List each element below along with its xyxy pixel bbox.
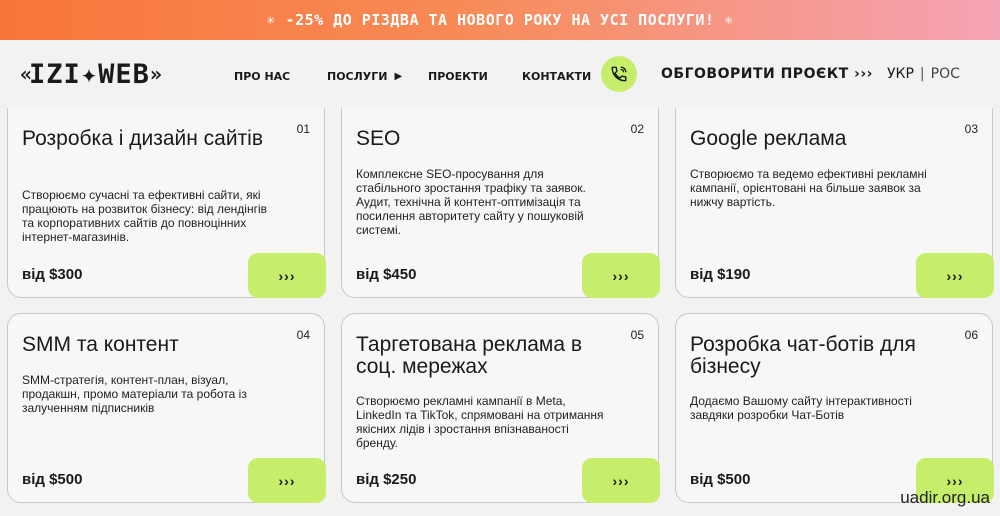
language-switcher: УКР | РОС	[887, 66, 960, 82]
service-card[interactable]: 04 SMM та контент SMM-стратегія, контент…	[7, 313, 326, 503]
nav-item-contacts[interactable]: КОНТАКТИ	[522, 70, 591, 83]
asterisk-icon: ✳	[266, 12, 276, 28]
discuss-project-button[interactable]: ОБГОВОРИТИ ПРОЄКТ ›››	[661, 66, 873, 82]
card-price: від $450	[356, 266, 417, 283]
nav-item-services[interactable]: ПОСЛУГИ ▶	[327, 70, 402, 83]
card-number: 02	[630, 122, 644, 136]
nav-item-label: ПРОЕКТИ	[428, 70, 488, 83]
chevron-right-icon: ▶	[394, 71, 403, 82]
site-header: « IZI✦WEB » ПРО НАС ПОСЛУГИ ▶ ПРОЕКТИ КО…	[0, 40, 1000, 108]
asterisk-icon: ✳	[724, 12, 734, 28]
card-price: від $500	[22, 471, 83, 488]
card-title: Розробка і дизайн сайтів	[22, 127, 264, 150]
card-arrow-button[interactable]: ›››	[582, 458, 660, 503]
card-description: Комплексне SEO-просування для стабільног…	[356, 167, 586, 237]
card-arrow-button[interactable]: ›››	[582, 253, 660, 298]
card-description: Створюємо рекламні кампанії в Meta, Link…	[356, 394, 604, 450]
promo-banner: ✳ -25% ДО РІЗДВА ТА НОВОГО РОКУ НА УСІ П…	[0, 0, 1000, 40]
nav-item-about[interactable]: ПРО НАС	[234, 70, 290, 83]
logo-text: IZI✦WEB	[29, 58, 150, 90]
card-description: Створюємо сучасні та ефективні сайти, як…	[22, 188, 267, 244]
phone-button[interactable]	[601, 56, 637, 92]
card-title: Таргетована реклама в соц. мережах	[356, 333, 583, 378]
card-title: SMM та контент	[22, 333, 179, 356]
watermark: uadir.org.ua	[900, 488, 990, 507]
card-price: від $190	[690, 266, 751, 283]
logo[interactable]: « IZI✦WEB »	[20, 59, 220, 90]
card-price: від $500	[690, 471, 751, 488]
service-card[interactable]: 02 SEO Комплексне SEO-просування для ста…	[341, 108, 660, 298]
card-number: 01	[296, 122, 310, 136]
logo-left-arrows: «	[20, 62, 32, 86]
lang-ros[interactable]: РОС	[931, 66, 960, 82]
nav-item-label: КОНТАКТИ	[522, 70, 592, 83]
service-card[interactable]: 03 Google реклама Створюємо та ведемо еф…	[675, 108, 994, 298]
phone-icon	[611, 66, 627, 82]
card-description: SMM-стратегія, контент-план, візуал, про…	[22, 373, 247, 415]
card-price: від $250	[356, 471, 417, 488]
card-arrow-button[interactable]: ›››	[916, 253, 994, 298]
nav-item-label: ПОСЛУГИ	[327, 70, 388, 83]
card-price: від $300	[22, 266, 83, 283]
nav-item-projects[interactable]: ПРОЕКТИ	[428, 70, 488, 83]
card-number: 06	[964, 328, 978, 342]
card-title: SEO	[356, 127, 401, 150]
service-card[interactable]: 01 Розробка і дизайн сайтів Створюємо су…	[7, 108, 326, 298]
card-description: Додаємо Вашому сайту інтерактивності зав…	[690, 394, 912, 422]
lang-separator: |	[919, 66, 925, 82]
card-title: Google реклама	[690, 127, 847, 150]
service-card[interactable]: 06 Розробка чат-ботів для бізнесу Додаєм…	[675, 313, 994, 503]
card-number: 03	[964, 122, 978, 136]
nav-item-label: ПРО НАС	[234, 70, 291, 83]
logo-right-arrows: »	[149, 62, 162, 86]
card-description: Створюємо та ведемо ефективні рекламні к…	[690, 167, 927, 209]
card-number: 05	[630, 328, 644, 342]
promo-text: -25% ДО РІЗДВА ТА НОВОГО РОКУ НА УСІ ПОС…	[285, 11, 715, 29]
card-arrow-button[interactable]: ›››	[248, 458, 326, 503]
card-arrow-button[interactable]: ›››	[248, 253, 326, 298]
lang-ukr[interactable]: УКР	[887, 66, 914, 82]
service-card[interactable]: 05 Таргетована реклама в соц. мережах Ст…	[341, 313, 660, 503]
card-title: Розробка чат-ботів для бізнесу	[690, 333, 916, 378]
card-number: 04	[296, 328, 310, 342]
